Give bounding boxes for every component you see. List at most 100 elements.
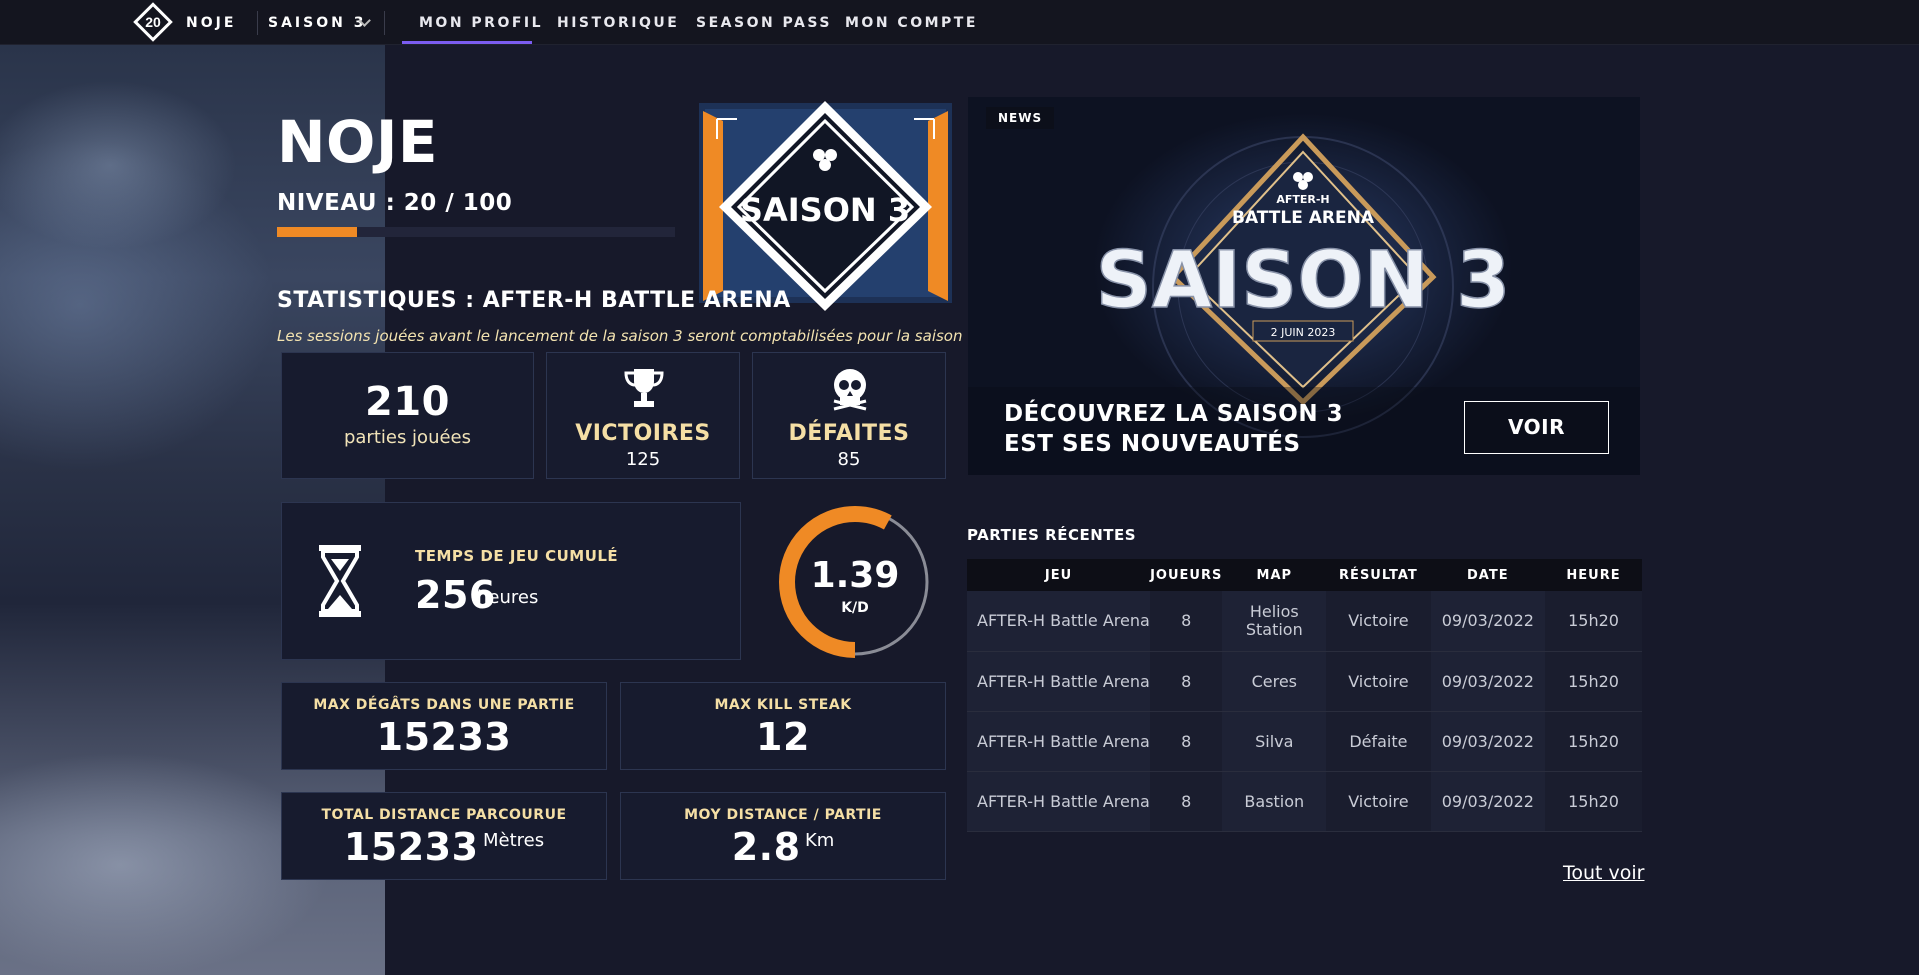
stats-note: Les sessions jouées avant le lancement d… bbox=[277, 327, 977, 345]
avg-distance-label: MOY DISTANCE / PARTIE bbox=[684, 807, 882, 823]
games-played-label: parties jouées bbox=[343, 427, 472, 448]
see-all-link[interactable]: Tout voir bbox=[1563, 862, 1645, 884]
tab-season-pass[interactable]: SEASON PASS bbox=[696, 15, 832, 31]
nav-player-name[interactable]: NOJE bbox=[186, 15, 236, 31]
max-damage-label: MAX DÉGÂTS DANS UNE PARTIE bbox=[313, 697, 575, 713]
level-progress-fill bbox=[277, 227, 357, 237]
news-card[interactable]: AFTER-H BATTLE ARENA SAISON 3 2 JUIN 202… bbox=[968, 97, 1640, 475]
col-header-date: DATE bbox=[1430, 559, 1546, 591]
news-art-title: SAISON 3 bbox=[1096, 236, 1511, 326]
cell-map: Bastion bbox=[1222, 771, 1327, 832]
cell-heure: 15h20 bbox=[1545, 591, 1642, 652]
cell-joueurs: 8 bbox=[1150, 651, 1223, 712]
total-distance-card: TOTAL DISTANCE PARCOURUE 15233 Mètres bbox=[281, 792, 607, 880]
tab-historique[interactable]: HISTORIQUE bbox=[557, 15, 679, 31]
news-headline-line1: DÉCOUVREZ LA SAISON 3 bbox=[1004, 401, 1344, 427]
season-badge-label: SAISON 3 bbox=[740, 191, 910, 229]
cell-date: 09/03/2022 bbox=[1430, 771, 1546, 832]
level-badge-number: 20 bbox=[145, 14, 161, 30]
avg-distance-value: 2.8 bbox=[731, 825, 801, 869]
voir-button[interactable]: VOIR bbox=[1464, 401, 1609, 454]
kd-ring: 1.39 K/D bbox=[779, 506, 931, 658]
cell-date: 09/03/2022 bbox=[1430, 651, 1546, 712]
max-damage-card: MAX DÉGÂTS DANS UNE PARTIE 15233 bbox=[281, 682, 607, 770]
total-distance-value: 15233 bbox=[343, 825, 479, 869]
playtime-label: TEMPS DE JEU CUMULÉ bbox=[415, 547, 619, 565]
level-progress-bar bbox=[277, 227, 675, 237]
tab-mon-compte[interactable]: MON COMPTE bbox=[845, 15, 978, 31]
games-played-card: 210 parties jouées bbox=[281, 352, 534, 479]
cell-date: 09/03/2022 bbox=[1430, 591, 1546, 652]
playtime-unit: heures bbox=[477, 587, 539, 608]
kd-label: K/D bbox=[841, 600, 869, 616]
table-row[interactable]: AFTER-H Battle Arena 8 Bastion Victoire … bbox=[967, 771, 1642, 832]
level-badge: 20 bbox=[133, 2, 173, 42]
max-killstreak-value: 12 bbox=[756, 715, 810, 759]
cell-jeu: AFTER-H Battle Arena bbox=[967, 591, 1151, 652]
cell-heure: 15h20 bbox=[1545, 711, 1642, 772]
cell-resultat: Défaite bbox=[1326, 711, 1431, 772]
table-row[interactable]: AFTER-H Battle Arena 8 Helios Station Vi… bbox=[967, 591, 1642, 652]
nav-divider bbox=[257, 11, 258, 35]
kd-value: 1.39 bbox=[811, 555, 900, 596]
cell-map: Ceres bbox=[1222, 651, 1327, 712]
recent-games-title: PARTIES RÉCENTES bbox=[967, 526, 1137, 544]
top-nav: 20 NOJE SAISON 3 MON PROFIL HISTORIQUE S… bbox=[0, 0, 1919, 45]
max-killstreak-label: MAX KILL STEAK bbox=[714, 697, 852, 713]
games-played-value: 210 bbox=[365, 379, 450, 425]
player-name: NOJE bbox=[277, 108, 439, 176]
hourglass-icon bbox=[319, 545, 361, 617]
news-art-subtitle: BATTLE ARENA bbox=[1232, 208, 1375, 228]
cell-map: Silva bbox=[1222, 711, 1327, 772]
cell-resultat: Victoire bbox=[1326, 651, 1431, 712]
cell-map: Helios Station bbox=[1222, 591, 1327, 652]
cell-joueurs: 8 bbox=[1150, 771, 1223, 832]
col-header-joueurs: JOUEURS bbox=[1150, 559, 1223, 591]
nav-divider bbox=[384, 11, 385, 35]
cell-resultat: Victoire bbox=[1326, 771, 1431, 832]
playtime-card: TEMPS DE JEU CUMULÉ 256 heures bbox=[281, 502, 741, 660]
cell-jeu: AFTER-H Battle Arena bbox=[967, 711, 1151, 772]
stats-title: STATISTIQUES : AFTER-H BATTLE ARENA bbox=[277, 288, 791, 313]
victories-card: VICTOIRES 125 bbox=[546, 352, 740, 479]
avg-distance-unit: Km bbox=[804, 830, 835, 851]
news-art-brand: AFTER-H bbox=[1276, 193, 1329, 206]
col-header-heure: HEURE bbox=[1545, 559, 1642, 591]
max-killstreak-card: MAX KILL STEAK 12 bbox=[620, 682, 946, 770]
col-header-map: MAP bbox=[1222, 559, 1327, 591]
news-tag: NEWS bbox=[986, 107, 1055, 129]
total-distance-label: TOTAL DISTANCE PARCOURUE bbox=[321, 807, 567, 823]
tab-mon-profil[interactable]: MON PROFIL bbox=[419, 15, 543, 31]
defeats-value: 85 bbox=[837, 449, 861, 470]
cell-jeu: AFTER-H Battle Arena bbox=[967, 651, 1151, 712]
max-damage-value: 15233 bbox=[376, 715, 512, 759]
news-art-date: 2 JUIN 2023 bbox=[1271, 326, 1336, 339]
victories-label: VICTOIRES bbox=[575, 421, 711, 446]
recent-games-table: JEU JOUEURS MAP RÉSULTAT DATE HEURE AFTE… bbox=[967, 559, 1642, 832]
season-select[interactable]: SAISON 3 bbox=[268, 15, 366, 31]
cell-heure: 15h20 bbox=[1545, 651, 1642, 712]
table-row[interactable]: AFTER-H Battle Arena 8 Silva Défaite 09/… bbox=[967, 711, 1642, 772]
col-header-jeu: JEU bbox=[967, 559, 1151, 591]
defeats-card: DÉFAITES 85 bbox=[752, 352, 946, 479]
col-header-resultat: RÉSULTAT bbox=[1326, 559, 1431, 591]
trophy-icon bbox=[624, 369, 664, 407]
active-tab-indicator bbox=[402, 41, 532, 44]
cell-joueurs: 8 bbox=[1150, 711, 1223, 772]
total-distance-unit: Mètres bbox=[483, 830, 545, 851]
table-row[interactable]: AFTER-H Battle Arena 8 Ceres Victoire 09… bbox=[967, 651, 1642, 712]
cell-joueurs: 8 bbox=[1150, 591, 1223, 652]
avg-distance-card: MOY DISTANCE / PARTIE 2.8 Km bbox=[620, 792, 946, 880]
cell-heure: 15h20 bbox=[1545, 771, 1642, 832]
defeats-label: DÉFAITES bbox=[788, 421, 910, 446]
cell-jeu: AFTER-H Battle Arena bbox=[967, 771, 1151, 832]
table-header-row: JEU JOUEURS MAP RÉSULTAT DATE HEURE bbox=[967, 559, 1642, 591]
cell-resultat: Victoire bbox=[1326, 591, 1431, 652]
skull-icon bbox=[833, 369, 867, 411]
news-headline: DÉCOUVREZ LA SAISON 3 EST SES NOUVEAUTÉS bbox=[1004, 399, 1343, 459]
level-text: NIVEAU : 20 / 100 bbox=[277, 190, 513, 216]
victories-value: 125 bbox=[625, 449, 661, 470]
cell-date: 09/03/2022 bbox=[1430, 711, 1546, 772]
season-badge: SAISON 3 bbox=[699, 101, 952, 311]
news-headline-line2: EST SES NOUVEAUTÉS bbox=[1004, 431, 1301, 457]
